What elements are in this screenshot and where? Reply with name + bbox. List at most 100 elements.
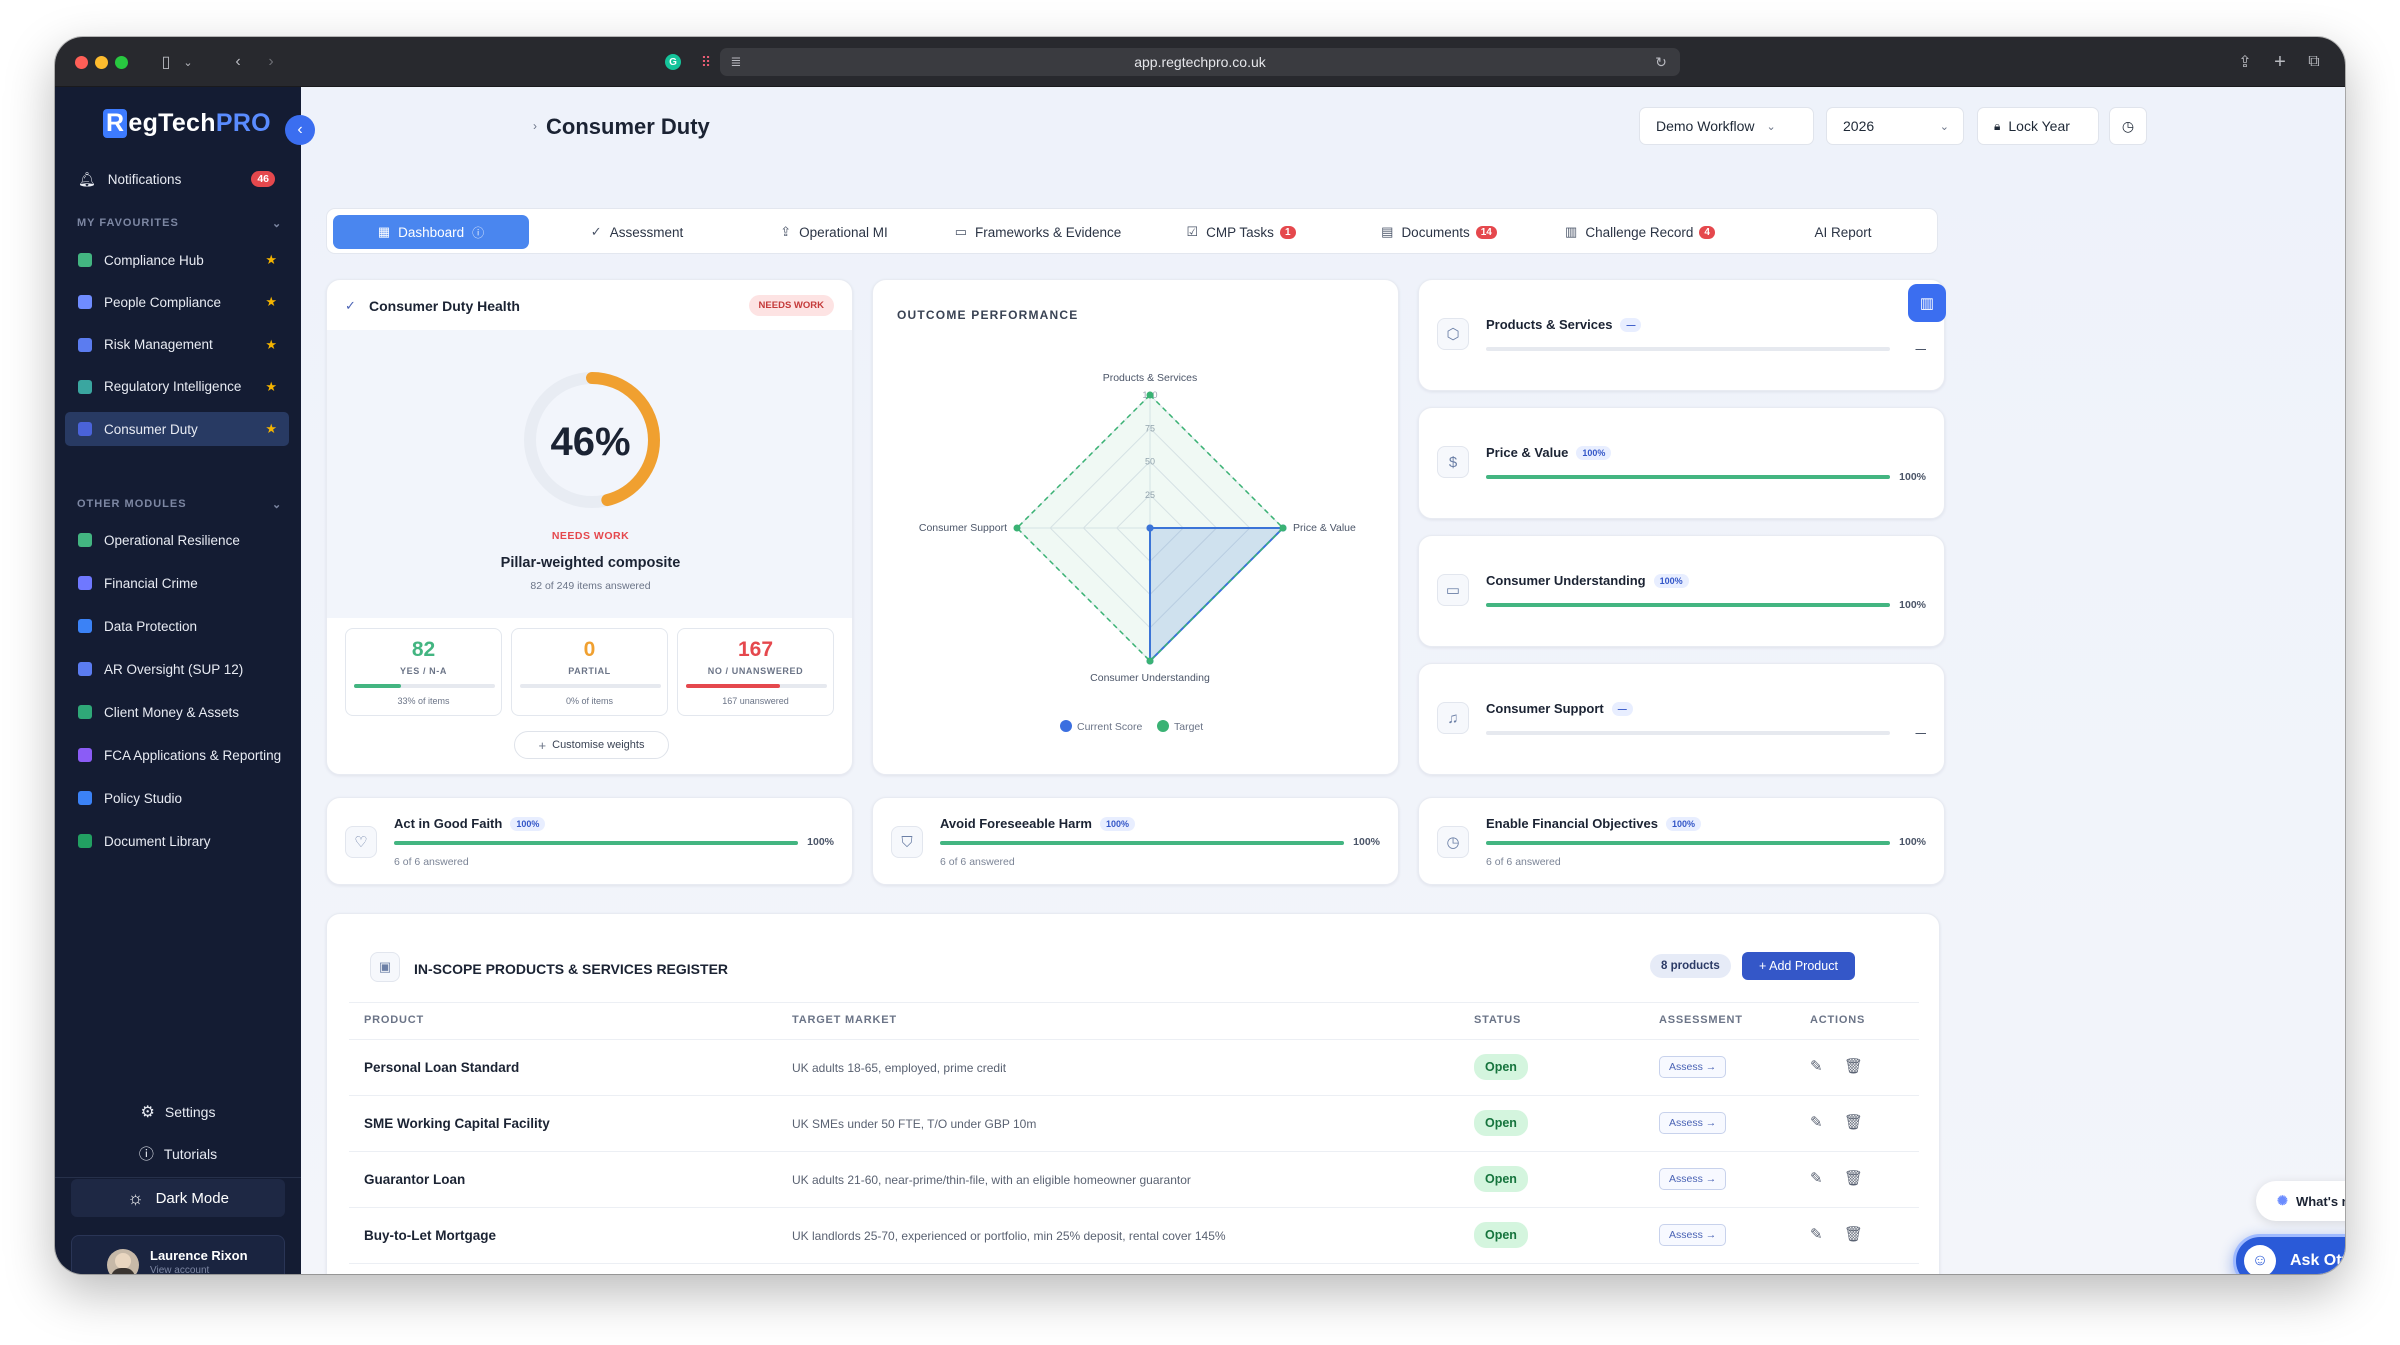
address-bar[interactable]: ≣ app.regtechpro.co.uk ↻ bbox=[720, 48, 1680, 76]
year-select[interactable]: 2026 ⌄ bbox=[1826, 107, 1964, 145]
trash-icon[interactable]: 🗑︎ bbox=[1844, 1057, 1863, 1075]
dark-mode-toggle[interactable]: ☼ Dark Mode bbox=[71, 1179, 285, 1217]
customise-weights-button[interactable]: + Customise weights bbox=[514, 731, 669, 759]
answered-count: 82 of 249 items answered bbox=[530, 580, 651, 592]
breadcrumb-chevron-icon[interactable]: › bbox=[533, 119, 537, 133]
tab-overview-icon[interactable]: ⧉ bbox=[2301, 49, 2327, 75]
checkbox-icon: ☑ bbox=[1186, 224, 1199, 239]
app-logo[interactable]: RegTechPRO bbox=[103, 109, 271, 138]
assess-button[interactable]: Assess → bbox=[1659, 1056, 1727, 1078]
principle-bar-fill bbox=[940, 841, 1344, 845]
whats-new-button[interactable]: ✺What's new bbox=[2256, 1181, 2345, 1221]
minimize-window-button[interactable] bbox=[95, 56, 108, 69]
outcome-card-price-value[interactable]: $ Price & Value 100% 100% bbox=[1418, 407, 1945, 519]
assess-button[interactable]: Assess → bbox=[1659, 1112, 1727, 1134]
star-icon[interactable]: ★ bbox=[265, 294, 277, 310]
ask-otto-button[interactable]: ☺Ask Otto bbox=[2233, 1234, 2345, 1274]
tutorials-link[interactable]: ⓘ Tutorials bbox=[55, 1143, 301, 1164]
close-window-button[interactable] bbox=[75, 56, 88, 69]
apps-grid-icon[interactable]: ⠿ bbox=[693, 49, 719, 75]
tab-assessment[interactable]: ✓ Assessment bbox=[539, 215, 735, 249]
module-icon bbox=[78, 619, 92, 633]
tab-dashboard[interactable]: ▦ Dashboard ⓘ bbox=[333, 215, 529, 249]
workflow-select[interactable]: Demo Workflow ⌄ bbox=[1639, 107, 1814, 145]
stat-sub: 0% of items bbox=[565, 696, 614, 706]
back-icon[interactable]: ‹ bbox=[225, 49, 251, 75]
outcome-bar-fill bbox=[1486, 603, 1890, 607]
maximize-window-button[interactable] bbox=[115, 56, 128, 69]
panel-toggle-button[interactable]: ▥ bbox=[1908, 284, 1946, 322]
edit-icon[interactable]: ✎ bbox=[1810, 1225, 1823, 1243]
sidebar-item-financial-crime[interactable]: Financial Crime bbox=[65, 566, 289, 600]
outcome-value: 100% bbox=[1899, 471, 1926, 483]
add-product-button[interactable]: + Add Product bbox=[1742, 952, 1855, 980]
outcome-pill: 100% bbox=[1653, 573, 1689, 588]
status-badge: NEEDS WORK bbox=[748, 295, 834, 316]
new-tab-icon[interactable]: + bbox=[2267, 49, 2293, 75]
edit-icon[interactable]: ✎ bbox=[1810, 1113, 1823, 1131]
tab-cmp-tasks[interactable]: ☑ CMP Tasks 1 bbox=[1143, 215, 1339, 249]
tab-frameworks-evidence[interactable]: ▭ Frameworks & Evidence bbox=[935, 215, 1141, 249]
tab-ai-report[interactable]: AI Report bbox=[1745, 215, 1941, 249]
favourites-header[interactable]: MY FAVOURITES ⌄ bbox=[77, 217, 281, 230]
tab-challenge-record[interactable]: ▥ Challenge Record 4 bbox=[1542, 215, 1738, 249]
reload-icon[interactable]: ↻ bbox=[1648, 49, 1674, 75]
sidebar-item-ar-oversight-sup-12[interactable]: AR Oversight (SUP 12) bbox=[65, 652, 289, 686]
star-icon[interactable]: ★ bbox=[265, 252, 277, 268]
collapse-sidebar-button[interactable]: ‹ bbox=[285, 115, 315, 145]
sidebar-item-consumer-duty[interactable]: Consumer Duty ★ bbox=[65, 412, 289, 447]
star-icon[interactable]: ★ bbox=[265, 337, 277, 353]
help-circle-icon[interactable]: ⓘ bbox=[472, 224, 484, 241]
products-register-card: ▣ IN-SCOPE PRODUCTS & SERVICES REGISTER … bbox=[326, 913, 1940, 1274]
settings-link[interactable]: ⚙ Settings bbox=[55, 1102, 301, 1122]
assess-button[interactable]: Assess → bbox=[1659, 1168, 1727, 1190]
outcome-card-consumer-understanding[interactable]: ▭ Consumer Understanding 100% 100% bbox=[1418, 535, 1945, 647]
assess-button[interactable]: Assess → bbox=[1659, 1224, 1727, 1246]
sidebar-item-data-protection[interactable]: Data Protection bbox=[65, 609, 289, 643]
plus-icon: + bbox=[538, 737, 547, 753]
user-account-card[interactable]: Laurence Rixon View account bbox=[71, 1235, 285, 1274]
sidebar-item-policy-studio[interactable]: Policy Studio bbox=[65, 781, 289, 815]
trash-icon[interactable]: 🗑︎ bbox=[1844, 1225, 1863, 1243]
product-name: Buy-to-Let Mortgage bbox=[364, 1228, 496, 1243]
edit-icon[interactable]: ✎ bbox=[1810, 1169, 1823, 1187]
register-title: IN-SCOPE PRODUCTS & SERVICES REGISTER bbox=[414, 961, 729, 977]
star-icon[interactable]: ★ bbox=[265, 421, 277, 437]
principle-card-avoid-foreseeable-harm[interactable]: ⛉ Avoid Foreseeable Harm 100% 100% 6 of 6 an… bbox=[872, 797, 1399, 885]
outcome-card-consumer-support[interactable]: ♫ Consumer Support — — bbox=[1418, 663, 1945, 775]
trash-icon[interactable]: 🗑︎ bbox=[1844, 1169, 1863, 1187]
tab-count-badge: 14 bbox=[1475, 225, 1497, 239]
principle-card-enable-financial-objectives[interactable]: ◷ Enable Financial Objectives 100% 100% 6 of… bbox=[1418, 797, 1945, 885]
check-circle-icon: ✓ bbox=[345, 298, 356, 313]
sidebar-item-people-compliance[interactable]: People Compliance ★ bbox=[65, 285, 289, 319]
sidebar-item-operational-resilience[interactable]: Operational Resilience bbox=[65, 523, 289, 557]
module-icon bbox=[78, 533, 92, 547]
sidebar-item-fca-applications-reporting[interactable]: FCA Applications & Reporting bbox=[65, 738, 289, 772]
avatar bbox=[107, 1249, 139, 1274]
chevron-down-icon[interactable]: ⌄ bbox=[175, 49, 201, 75]
other-modules-header[interactable]: OTHER MODULES ⌄ bbox=[77, 498, 281, 511]
lock-year-button[interactable]: 🔒︎ Lock Year bbox=[1977, 107, 2099, 145]
radar-axis-label: Price & Value bbox=[1293, 522, 1356, 534]
sidebar-item-regulatory-intelligence[interactable]: Regulatory Intelligence ★ bbox=[65, 370, 289, 404]
tab-operational-mi[interactable]: ⇪ Operational MI bbox=[736, 215, 932, 249]
outcome-label: Price & Value bbox=[1486, 445, 1569, 460]
sidebar-item-document-library[interactable]: Document Library bbox=[65, 824, 289, 858]
sidebar-item-compliance-hub[interactable]: Compliance Hub ★ bbox=[65, 243, 289, 277]
outcome-label: Products & Services bbox=[1486, 317, 1613, 332]
forward-icon[interactable]: › bbox=[258, 49, 284, 75]
history-button[interactable]: ◷ bbox=[2109, 107, 2147, 145]
grammarly-icon[interactable]: G bbox=[660, 49, 686, 75]
sidebar-item-client-money-assets[interactable]: Client Money & Assets bbox=[65, 695, 289, 729]
share-icon[interactable]: ⇪ bbox=[2232, 49, 2258, 75]
tab-documents[interactable]: ▤ Documents 14 bbox=[1341, 215, 1537, 249]
principle-card-act-in-good-faith[interactable]: ♡ Act in Good Faith 100% 100% 6 of 6 answere… bbox=[326, 797, 853, 885]
outcome-card-products-services[interactable]: ⬡ Products & Services — — ▥ bbox=[1418, 279, 1946, 391]
edit-icon[interactable]: ✎ bbox=[1810, 1057, 1823, 1075]
star-icon[interactable]: ★ bbox=[265, 379, 277, 395]
principle-bar-fill bbox=[394, 841, 798, 845]
sidebar-item-risk-management[interactable]: Risk Management ★ bbox=[65, 328, 289, 362]
trash-icon[interactable]: 🗑︎ bbox=[1844, 1113, 1863, 1131]
sidebar-item-notifications[interactable]: 🔔︎ Notifications 46 bbox=[65, 162, 289, 196]
building-icon: ▥ bbox=[1565, 224, 1578, 239]
